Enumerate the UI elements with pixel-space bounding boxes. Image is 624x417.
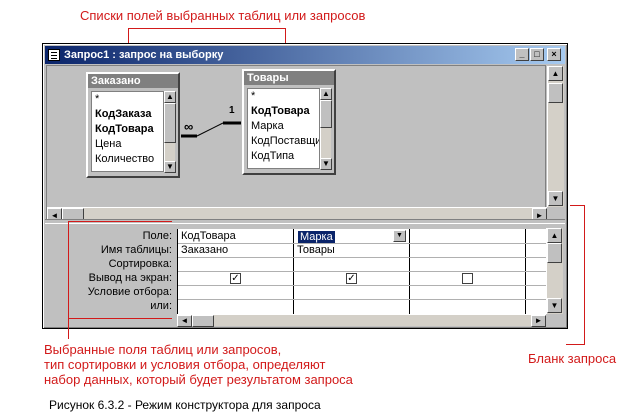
scroll-left-arrow-icon[interactable]: ◄ xyxy=(177,315,192,327)
row-label-sort: Сортировка: xyxy=(108,258,172,270)
callout-line xyxy=(68,318,172,319)
field-item[interactable]: КодТовара xyxy=(251,104,319,119)
scroll-up-arrow-icon[interactable]: ▲ xyxy=(548,66,563,81)
window-title: Запрос1 : запрос на выборку xyxy=(64,49,224,61)
query-design-grid[interactable]: КодТовара Заказано ✓ Марка ▼ Товары ✓ xyxy=(177,224,547,315)
field-list-scrollbar[interactable]: ▲ ▼ xyxy=(320,88,332,170)
field-list-tovary[interactable]: Товары * КодТовара Марка КодПоставщи Код… xyxy=(242,69,336,175)
scroll-up-arrow-icon[interactable]: ▲ xyxy=(164,91,176,103)
scroll-thumb[interactable] xyxy=(164,103,176,143)
scroll-thumb[interactable] xyxy=(548,83,563,103)
callout-line xyxy=(128,28,286,29)
callout-line xyxy=(68,221,172,222)
field-item[interactable]: * xyxy=(95,92,163,107)
query-grid-area: Поле: Имя таблицы: Сортировка: Вывод на … xyxy=(46,224,563,327)
field-list-title[interactable]: Товары xyxy=(244,71,334,85)
annotation-grid-line-1: Выбранные поля таблиц или запросов, xyxy=(44,342,282,357)
dropdown-arrow-icon[interactable]: ▼ xyxy=(393,230,406,242)
maximize-button[interactable]: □ xyxy=(530,48,544,61)
one-symbol: 1 xyxy=(229,105,235,116)
field-list-title[interactable]: Заказано xyxy=(88,74,178,88)
annotation-field-lists: Списки полей выбранных таблиц или запрос… xyxy=(80,8,366,23)
upper-vertical-scrollbar[interactable]: ▲ ▼ xyxy=(547,66,564,207)
callout-line xyxy=(68,221,69,339)
grid-row-labels: Поле: Имя таблицы: Сортировка: Вывод на … xyxy=(88,229,172,313)
scroll-down-arrow-icon[interactable]: ▼ xyxy=(548,191,563,206)
grid-vertical-scrollbar[interactable]: ▲ ▼ xyxy=(546,228,563,314)
grid-cell-field[interactable]: КодТовара xyxy=(178,229,236,243)
scroll-down-arrow-icon[interactable]: ▼ xyxy=(547,298,562,313)
row-divider xyxy=(178,285,547,286)
annotation-query-form: Бланк запроса xyxy=(528,351,617,366)
grid-cell-table[interactable]: Заказано xyxy=(178,243,228,257)
field-item[interactable]: Марка xyxy=(251,119,319,134)
scroll-right-arrow-icon[interactable]: ► xyxy=(531,315,546,327)
field-item[interactable]: * xyxy=(251,89,319,104)
grid-horizontal-scrollbar[interactable]: ◄ ► xyxy=(177,314,546,327)
column-divider xyxy=(525,229,526,315)
row-divider xyxy=(178,243,547,244)
scroll-up-arrow-icon[interactable]: ▲ xyxy=(547,228,562,243)
tables-pane: Заказано * КодЗаказа КодТовара Цена Коли… xyxy=(46,65,564,223)
field-list-zakazano[interactable]: Заказано * КодЗаказа КодТовара Цена Коли… xyxy=(86,72,180,178)
scroll-down-arrow-icon[interactable]: ▼ xyxy=(320,158,332,170)
grid-cell-table[interactable]: Товары xyxy=(294,243,335,257)
field-list-scrollbar[interactable]: ▲ ▼ xyxy=(164,91,176,173)
field-item[interactable]: Цена xyxy=(95,137,163,152)
close-button[interactable]: × xyxy=(547,48,561,61)
figure-caption: Рисунок 6.3.2 - Режим конструктора для з… xyxy=(49,398,321,412)
grid-cell-field[interactable]: Марка xyxy=(295,230,335,244)
field-item[interactable]: КодПоставщи xyxy=(251,134,319,149)
show-checkbox[interactable]: ✓ xyxy=(230,273,241,284)
field-item[interactable]: КодЗаказа xyxy=(95,107,163,122)
row-label-criteria: Условие отбора: xyxy=(87,286,172,298)
query-window: Запрос1 : запрос на выборку _ □ × Заказа… xyxy=(42,43,568,329)
grid-cell-field-value: Марка xyxy=(298,231,335,243)
column-divider xyxy=(293,229,294,315)
row-label-show: Вывод на экран: xyxy=(88,272,172,284)
field-list-body: * КодЗаказа КодТовара Цена Количество xyxy=(91,91,164,172)
callout-line xyxy=(566,344,585,345)
title-bar[interactable]: Запрос1 : запрос на выборку _ □ × xyxy=(45,46,565,64)
row-label-table: Имя таблицы: xyxy=(100,244,172,256)
annotation-grid-line-3: набор данных, который будет результатом … xyxy=(44,372,353,387)
row-divider xyxy=(178,299,547,300)
field-item[interactable]: КодТипа xyxy=(251,149,319,164)
scroll-up-arrow-icon[interactable]: ▲ xyxy=(320,88,332,100)
many-symbol: ∞ xyxy=(184,119,194,134)
callout-line xyxy=(570,205,584,206)
show-checkbox[interactable]: ✓ xyxy=(346,273,357,284)
show-checkbox[interactable] xyxy=(462,273,473,284)
scroll-thumb[interactable] xyxy=(547,243,562,263)
query-icon xyxy=(48,49,60,61)
scroll-thumb[interactable] xyxy=(320,100,332,128)
minimize-button[interactable]: _ xyxy=(515,48,529,61)
field-item[interactable]: КодТовара xyxy=(95,122,163,137)
field-item[interactable]: Количество xyxy=(95,152,163,167)
row-label-or: или: xyxy=(150,300,172,312)
scroll-down-arrow-icon[interactable]: ▼ xyxy=(164,161,176,173)
column-divider xyxy=(409,229,410,315)
callout-line xyxy=(584,205,585,345)
join-connector xyxy=(196,122,224,137)
row-divider xyxy=(178,257,547,258)
scroll-thumb[interactable] xyxy=(192,315,214,327)
row-divider xyxy=(178,271,547,272)
field-list-body: * КодТовара Марка КодПоставщи КодТипа xyxy=(247,88,320,169)
row-label-field: Поле: xyxy=(142,230,172,242)
annotation-grid-line-2: тип сортировки и условия отбора, определ… xyxy=(44,357,326,372)
